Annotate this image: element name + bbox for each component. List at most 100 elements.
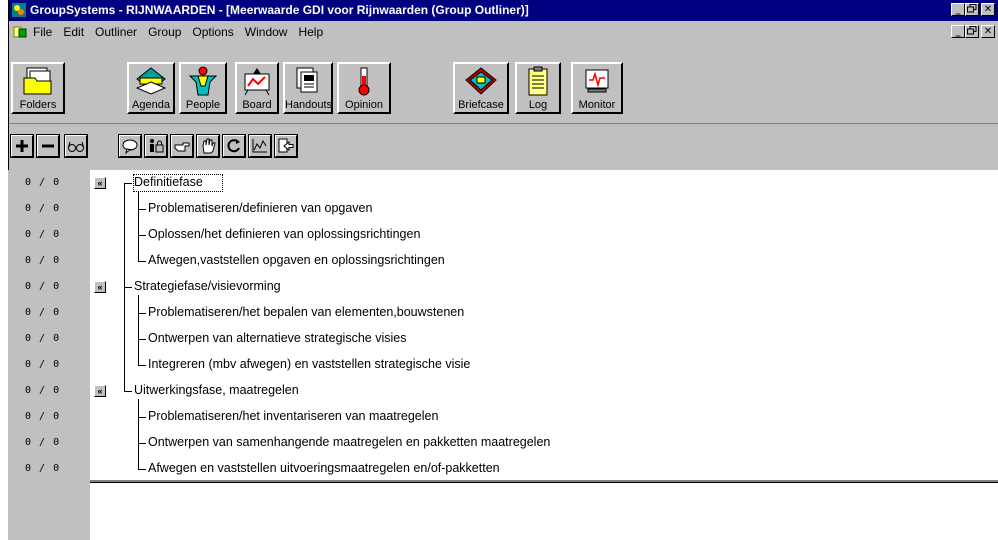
exit-button[interactable]: [274, 134, 298, 158]
tree-connector: [138, 469, 146, 470]
outline-subtopic[interactable]: Problematiseren/het inventariseren van m…: [148, 409, 438, 423]
outline-subtopic[interactable]: Ontwerpen van samenhangende maatregelen …: [148, 435, 550, 449]
folders-label: Folders: [19, 99, 57, 111]
log-label: Log: [528, 99, 548, 111]
outline-tree: [90, 170, 998, 480]
comment-count: 0 / 0: [25, 255, 61, 266]
collapse-button[interactable]: «: [94, 385, 106, 397]
menu-edit[interactable]: Edit: [63, 25, 84, 39]
tree-connector: [138, 313, 146, 314]
raise-hand-button[interactable]: [196, 134, 220, 158]
briefcase-button[interactable]: Briefcase: [453, 62, 509, 114]
exit-icon: [278, 138, 294, 153]
log-button[interactable]: Log: [515, 62, 561, 114]
chart-button[interactable]: [248, 134, 272, 158]
monitor-button[interactable]: Monitor: [571, 62, 623, 114]
outline-topic[interactable]: Strategiefase/visievorming: [134, 279, 281, 293]
people-label: People: [185, 99, 221, 111]
comment-count: 0 / 0: [25, 203, 61, 214]
tree-branch: [138, 399, 139, 469]
agenda-icon: [135, 67, 167, 95]
main-toolbar: Folders Agenda People Board Handouts Opi…: [9, 44, 998, 122]
outline-subtopic[interactable]: Integreren (mbv afwegen) en vaststellen …: [148, 357, 470, 371]
tree-connector: [138, 417, 146, 418]
handouts-icon: [296, 67, 318, 93]
tree-connector: [138, 339, 146, 340]
anonymous-button[interactable]: [144, 134, 168, 158]
comment-count: 0 / 0: [25, 281, 61, 292]
outline-subtopic[interactable]: Problematiseren/definieren van opgaven: [148, 201, 372, 215]
refresh-button[interactable]: [222, 134, 246, 158]
menu-window[interactable]: Window: [245, 25, 288, 39]
close-button[interactable]: ✕: [981, 3, 995, 16]
comment-count: 0 / 0: [25, 229, 61, 240]
comment-button[interactable]: [118, 134, 142, 158]
agenda-label: Agenda: [132, 99, 170, 111]
opinion-button[interactable]: Opinion: [337, 62, 391, 114]
comment-count: 0 / 0: [25, 463, 61, 474]
outline-subtopic[interactable]: Oplossen/het definieren van oplossingsri…: [148, 227, 420, 241]
handouts-label: Handouts: [285, 99, 333, 111]
outline-subtopic[interactable]: Ontwerpen van alternatieve strategische …: [148, 331, 406, 345]
people-button[interactable]: People: [179, 62, 227, 114]
folders-button[interactable]: Folders: [11, 62, 65, 114]
maximize-button[interactable]: [965, 3, 979, 16]
detail-area: [90, 483, 998, 540]
hand-icon: [202, 138, 216, 154]
collapse-button[interactable]: «: [94, 281, 106, 293]
board-label: Board: [242, 99, 272, 111]
toolbar-divider: [9, 123, 998, 124]
groupsystems-icon: [12, 3, 26, 17]
comment-count: 0 / 0: [25, 333, 61, 344]
briefcase-icon: [465, 67, 497, 95]
tree-branch: [138, 295, 139, 365]
clipboard-icon: [528, 66, 548, 96]
glasses-icon: [68, 141, 84, 152]
folders-icon: [23, 67, 52, 95]
outliner-toolbar: [9, 125, 998, 165]
add-button[interactable]: [10, 134, 34, 158]
outline-subtopic[interactable]: Afwegen,vaststellen opgaven en oplossing…: [148, 253, 445, 267]
title-bar[interactable]: GroupSystems - RIJNWAARDEN - [Meerwaarde…: [9, 0, 998, 21]
tree-connector: [138, 443, 146, 444]
view-button[interactable]: [64, 134, 88, 158]
comment-count-column: [8, 170, 90, 540]
briefcase-label: Briefcase: [458, 99, 504, 111]
pointing-hand-icon: [174, 142, 190, 152]
outline-subtopic[interactable]: Afwegen en vaststellen uitvoeringsmaatre…: [148, 461, 500, 475]
tree-connector: [138, 209, 146, 210]
document-icon[interactable]: [13, 25, 27, 39]
handouts-button[interactable]: Handouts: [283, 62, 333, 114]
outline-topic[interactable]: Uitwerkingsfase, maatregelen: [134, 383, 299, 397]
tree-branch: [138, 191, 139, 261]
child-maximize-button[interactable]: [965, 25, 979, 38]
child-minimize-button[interactable]: _: [951, 25, 965, 38]
comment-count: 0 / 0: [25, 437, 61, 448]
menu-outliner[interactable]: Outliner: [95, 25, 137, 39]
menu-group[interactable]: Group: [148, 25, 181, 39]
board-button[interactable]: Board: [235, 62, 279, 114]
agenda-button[interactable]: Agenda: [127, 62, 175, 114]
remove-button[interactable]: [36, 134, 60, 158]
monitor-label: Monitor: [578, 99, 616, 111]
tree-connector: [138, 235, 146, 236]
selected-item-focus: [133, 174, 223, 192]
collapse-button[interactable]: «: [94, 177, 106, 189]
plus-icon: [16, 140, 28, 152]
menu-help[interactable]: Help: [298, 25, 323, 39]
tree-connector: [138, 261, 146, 262]
menu-file[interactable]: File: [33, 25, 52, 39]
tree-connector: [138, 365, 146, 366]
comment-count: 0 / 0: [25, 385, 61, 396]
menu-options[interactable]: Options: [192, 25, 233, 39]
minimize-button[interactable]: _: [951, 3, 965, 16]
minus-icon: [42, 144, 54, 148]
thermometer-icon: [358, 67, 370, 96]
tree-connector: [124, 287, 132, 288]
child-close-button[interactable]: ✕: [981, 25, 995, 38]
outline-subtopic[interactable]: Problematiseren/het bepalen van elemente…: [148, 305, 464, 319]
tree-trunk: [124, 183, 125, 391]
board-icon: [244, 68, 270, 96]
point-button[interactable]: [170, 134, 194, 158]
chart-icon: [252, 139, 267, 153]
